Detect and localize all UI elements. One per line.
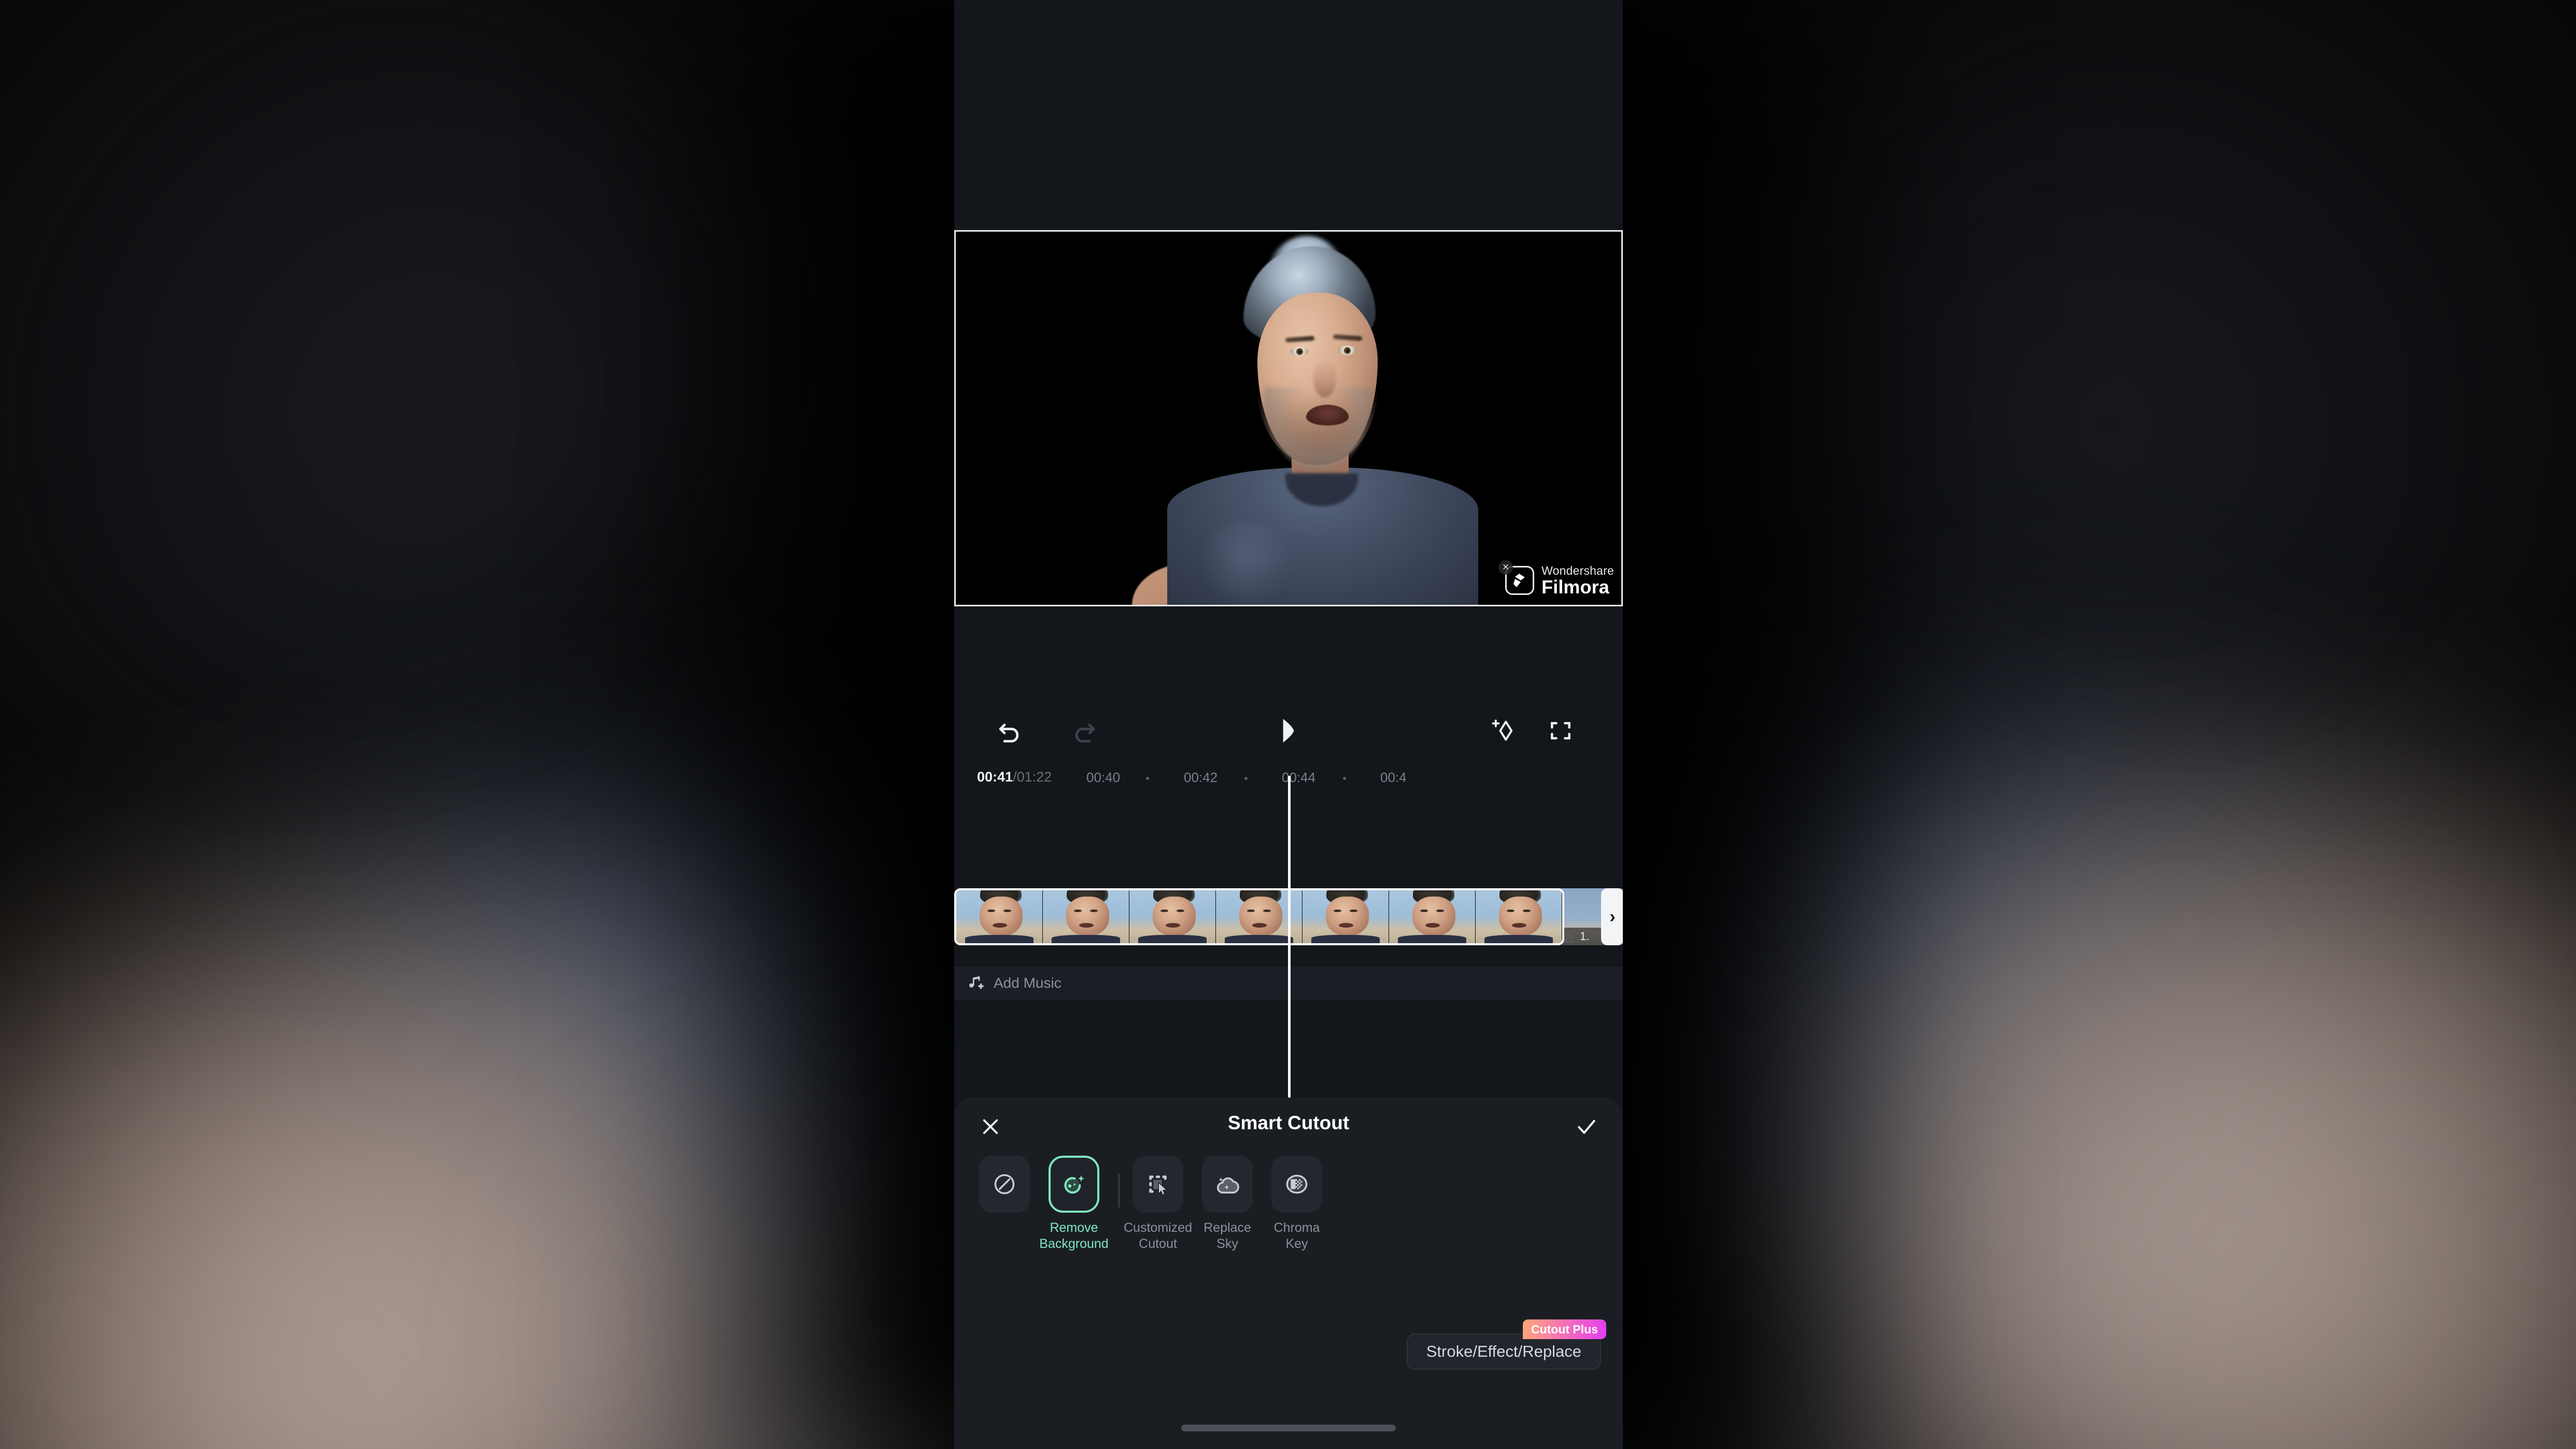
tool-remove-background-chip[interactable]: [1049, 1156, 1099, 1213]
subject-mouth: [1306, 405, 1349, 425]
ai-tools-button[interactable]: [1473, 697, 1535, 764]
tool-chroma-key-chip[interactable]: [1271, 1156, 1322, 1213]
chevron-right-icon: ›: [1609, 907, 1615, 927]
panel-confirm-button[interactable]: [1571, 1111, 1602, 1142]
tool-customized-cutout[interactable]: Customized Cutout: [1133, 1156, 1183, 1253]
ruler-tick-label: 00:42: [1184, 770, 1218, 786]
tool-customized-cutout-chip[interactable]: [1133, 1156, 1183, 1213]
redo-button[interactable]: [1054, 697, 1116, 764]
time-separator: /: [1013, 769, 1017, 785]
phone-screen: ✕ Wondershare Filmora: [954, 0, 1623, 1449]
clip-thumbnail: [1476, 890, 1562, 943]
tool-replace-sky[interactable]: Replace Sky: [1202, 1156, 1253, 1253]
tool-customized-cutout-label: Customized Cutout: [1124, 1220, 1192, 1253]
tool-replace-sky-label: Replace Sky: [1202, 1220, 1253, 1253]
tool-chroma-key-label: Chroma Key: [1271, 1220, 1322, 1253]
ruler-tick-dot: [1146, 777, 1149, 780]
marquee-cursor-icon: [1145, 1171, 1171, 1197]
fullscreen-button[interactable]: [1530, 697, 1592, 764]
tool-remove-background[interactable]: Remove Background: [1049, 1156, 1099, 1253]
cloud-icon: [1214, 1171, 1241, 1198]
tool-label-line: Remove: [1039, 1220, 1108, 1236]
home-indicator: [1181, 1425, 1396, 1431]
clip-thumbnail: [1043, 890, 1129, 943]
tool-replace-sky-chip[interactable]: [1202, 1156, 1253, 1213]
watermark: ✕ Wondershare Filmora: [1505, 565, 1614, 596]
undo-icon: [995, 717, 1023, 745]
cutout-tool-list: Remove Background: [979, 1156, 1322, 1253]
tool-none-chip[interactable]: [979, 1156, 1030, 1213]
timeline-tracks: △△ 1. › Add Music: [954, 808, 1623, 1099]
check-icon: [1575, 1115, 1598, 1138]
clip-thumbnail: [1129, 890, 1216, 943]
remove-background-icon: [1060, 1171, 1087, 1198]
subject-nose: [1313, 360, 1336, 397]
time-readout: 00:41/01:22: [977, 769, 1052, 785]
panel-header: Smart Cutout: [954, 1098, 1623, 1156]
ruler-tick-dot: [1343, 777, 1346, 780]
subject-eye: [1338, 346, 1356, 355]
tool-label-line: Cutout: [1124, 1236, 1192, 1252]
ruler-tick-label: 00:44: [1282, 770, 1315, 786]
watermark-product: Filmora: [1541, 577, 1614, 596]
play-icon: [1276, 717, 1301, 745]
subject-shirt-fold: [1199, 522, 1293, 606]
tool-none[interactable]: [979, 1156, 1030, 1220]
watermark-brand: Wondershare: [1541, 565, 1614, 577]
total-time: 01:22: [1017, 769, 1052, 785]
tool-label-line: Customized: [1124, 1220, 1192, 1236]
play-button[interactable]: [1257, 697, 1320, 764]
playhead[interactable]: [1288, 776, 1291, 1098]
ruler-tick-dot: [1244, 777, 1248, 780]
redo-icon: [1071, 717, 1099, 745]
player-toolbar: [954, 697, 1623, 764]
tool-chroma-key[interactable]: Chroma Key: [1271, 1156, 1322, 1253]
no-entry-icon: [992, 1171, 1017, 1197]
ruler-tick-label: 00:4: [1380, 770, 1407, 786]
clip-trim-handle-right[interactable]: ›: [1601, 888, 1623, 945]
preview-stage: ✕ Wondershare Filmora: [954, 0, 1623, 637]
filmora-logo-icon: ✕: [1505, 566, 1534, 595]
cutout-plus-badge: Cutout Plus: [1523, 1319, 1606, 1339]
clip-thumbnail: [1303, 890, 1389, 943]
clip-thumbnail: [1389, 890, 1476, 943]
undo-button[interactable]: [978, 697, 1040, 764]
clip-thumbnail: [956, 890, 1043, 943]
music-note-plus-icon: [967, 974, 984, 992]
tool-label-line: Background: [1039, 1236, 1108, 1252]
ruler-tick-label: 00:40: [1086, 770, 1120, 786]
smart-cutout-panel: Smart Cutout: [954, 1098, 1623, 1449]
video-preview[interactable]: ✕ Wondershare Filmora: [954, 230, 1623, 606]
tool-divider: [1118, 1173, 1120, 1208]
add-music-label: Add Music: [994, 975, 1061, 991]
subject-beard: [1265, 387, 1371, 470]
magic-wand-icon: [1490, 717, 1517, 744]
current-time: 00:41: [977, 769, 1013, 785]
panel-title: Smart Cutout: [954, 1112, 1623, 1134]
tool-remove-background-label: Remove Background: [1039, 1220, 1108, 1253]
fullscreen-icon: [1548, 718, 1574, 744]
subject-eye: [1291, 347, 1308, 356]
video-clip-selected[interactable]: [954, 888, 1564, 945]
chroma-key-icon: [1283, 1171, 1310, 1198]
